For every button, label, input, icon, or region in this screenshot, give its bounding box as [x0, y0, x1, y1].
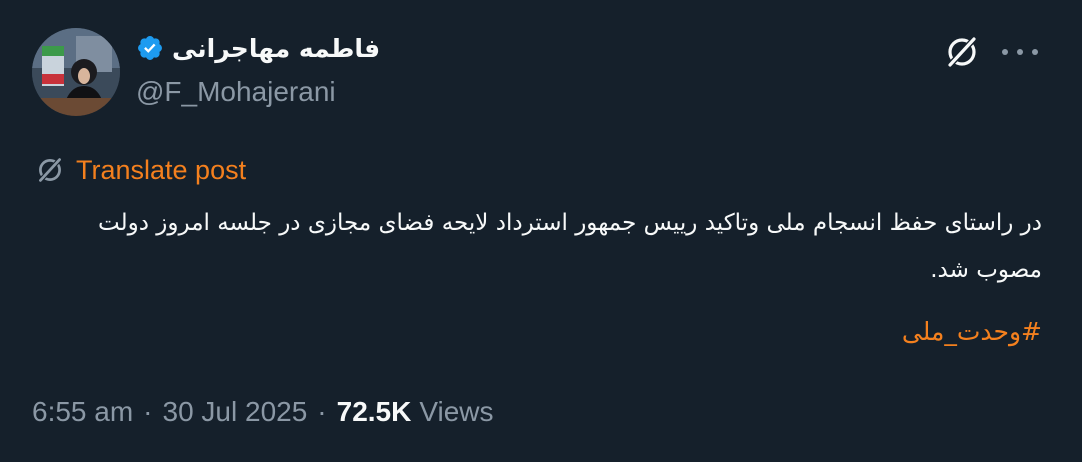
grok-translate-icon [37, 157, 63, 183]
author-handle[interactable]: @F_Mohajerani [136, 76, 336, 108]
avatar[interactable] [32, 28, 120, 116]
verified-badge-icon [138, 36, 162, 60]
views-label: Views [419, 396, 494, 427]
grok-icon-graphic [946, 35, 978, 69]
post-date[interactable]: 30 Jul 2025 [163, 396, 308, 428]
translate-post-button[interactable]: Translate post [34, 152, 246, 188]
author-display-name[interactable]: فاطمه مهاجرانی [172, 34, 380, 63]
hashtag-link[interactable]: #وحدت_ملی [902, 310, 1042, 354]
post-meta: 6:55 am · 30 Jul 2025 · 72.5K Views [32, 392, 494, 432]
author-name-row[interactable]: فاطمه مهاجرانی [136, 30, 380, 66]
avatar-image [32, 28, 120, 116]
more-dot [1032, 49, 1038, 55]
post-text: در راستای حفظ انسجام ملی وتاکید رییس جمه… [98, 210, 1042, 283]
tweet: فاطمه مهاجرانی @F_Mohajerani Translate p… [0, 0, 1082, 462]
more-options-icon[interactable] [1002, 36, 1038, 68]
meta-separator: · [143, 396, 153, 427]
views-count[interactable]: 72.5K [337, 396, 412, 428]
meta-separator: · [317, 396, 327, 427]
grok-icon[interactable] [942, 32, 982, 72]
more-dot [1002, 49, 1008, 55]
post-time[interactable]: 6:55 am [32, 396, 133, 428]
more-dot [1017, 49, 1023, 55]
translate-post-label[interactable]: Translate post [76, 155, 246, 186]
